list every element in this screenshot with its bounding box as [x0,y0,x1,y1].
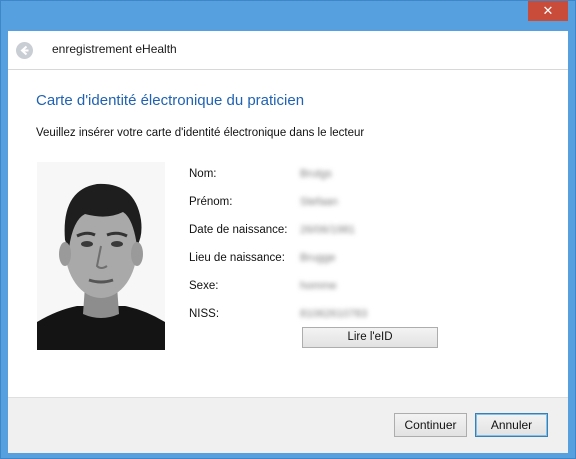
back-arrow-icon[interactable] [16,42,33,59]
page-title: Carte d'identité électronique du pratici… [36,92,305,109]
instruction-text: Veuillez insérer votre carte d'identité … [36,127,365,139]
main-panel: Carte d'identité électronique du pratici… [8,69,568,397]
header-bar: enregistrement eHealth [8,31,568,69]
label-lieu-naissance: Lieu de naissance: [189,252,285,264]
id-photo [37,162,165,350]
value-niss: 81062610783 [300,308,368,320]
dialog-content: enregistrement eHealth Carte d'identité … [8,31,568,453]
label-prenom: Prénom: [189,196,233,208]
label-date-naissance: Date de naissance: [189,224,288,236]
value-nom: Brutgs [300,168,332,180]
dialog-window: ✕ enregistrement eHealth Carte d'identit… [0,0,576,459]
cancel-button[interactable]: Annuler [475,413,548,437]
dialog-footer: Continuer Annuler [8,397,568,453]
read-eid-button[interactable]: Lire l'eID [302,327,438,348]
close-icon[interactable]: ✕ [528,1,568,21]
value-sexe: homme [300,280,337,292]
window-title: enregistrement eHealth [52,42,177,56]
value-prenom: Stefaan [300,196,338,208]
value-lieu-naissance: Brugge [300,252,336,264]
value-date-naissance: 26/06/1981 [300,224,356,236]
label-nom: Nom: [189,168,217,180]
label-sexe: Sexe: [189,280,219,292]
continue-button[interactable]: Continuer [394,413,467,437]
label-niss: NISS: [189,308,220,320]
